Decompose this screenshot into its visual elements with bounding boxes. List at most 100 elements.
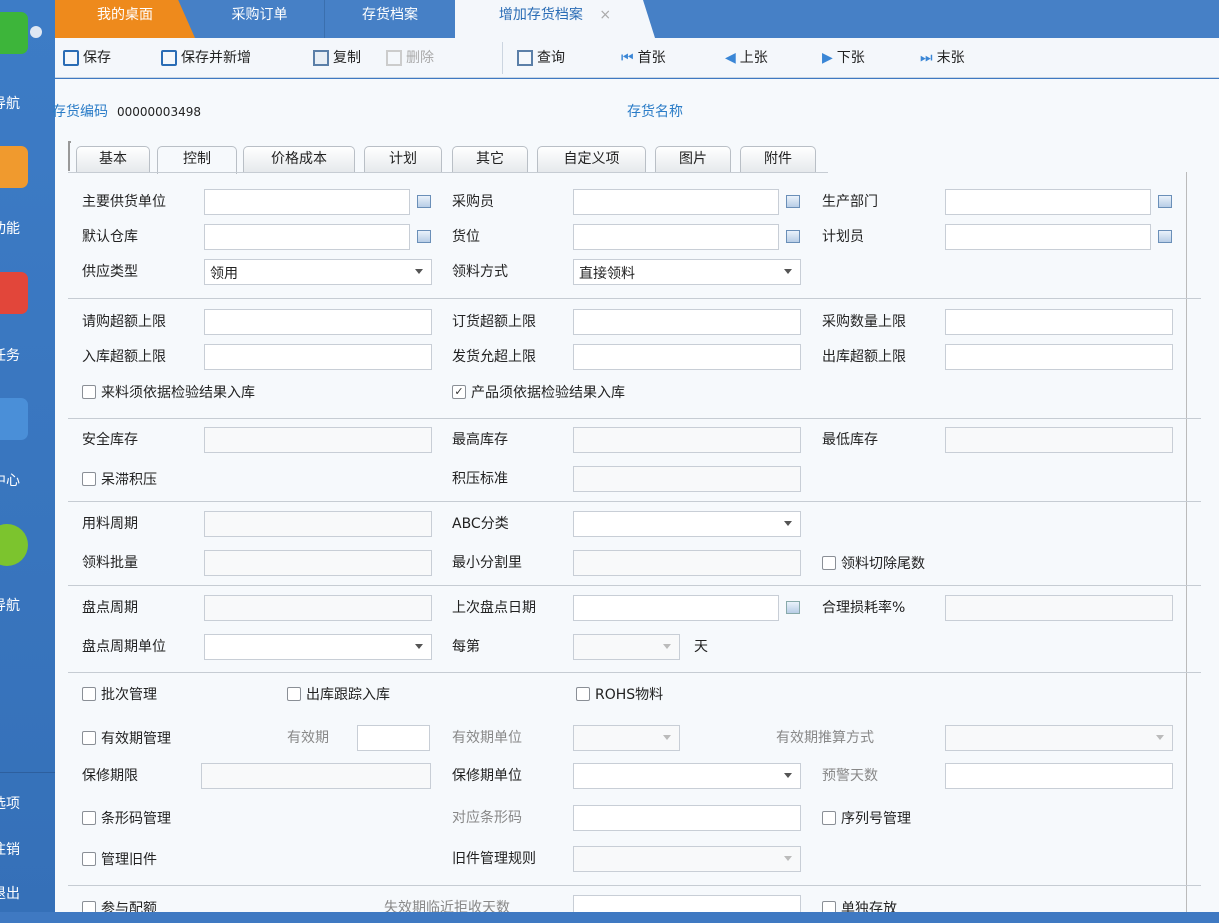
reference-lookup-icon[interactable] — [417, 195, 431, 208]
form-tab-custom[interactable]: 自定义项 — [537, 146, 646, 172]
barcode-map-input[interactable] — [573, 805, 801, 831]
task-icon[interactable] — [0, 272, 28, 314]
prev-button[interactable]: ◀ 上张 — [725, 48, 768, 68]
dropdown-arrow-icon[interactable] — [415, 269, 423, 274]
checkbox-icon[interactable] — [287, 687, 301, 701]
dropdown-arrow-icon[interactable] — [663, 735, 671, 740]
last-count-date-input[interactable] — [573, 595, 800, 621]
next-button[interactable]: ▶ 下张 — [822, 48, 865, 68]
checkbox-icon[interactable] — [822, 811, 836, 825]
sidebar-item-nav[interactable]: 导航 — [0, 93, 20, 113]
checkbox-icon[interactable] — [82, 852, 96, 866]
checkbox-icon[interactable]: ✓ — [452, 385, 466, 399]
form-tab-plan[interactable]: 计划 — [364, 146, 442, 172]
min-split-input[interactable] — [573, 550, 801, 576]
navigation-icon[interactable] — [0, 12, 28, 54]
sidebar-options[interactable]: 选项 — [0, 793, 20, 813]
first-button[interactable]: ⏮ 首张 — [621, 48, 666, 68]
sidebar-item-task[interactable]: 任务 — [0, 345, 20, 365]
dropdown-arrow-icon[interactable] — [784, 856, 792, 861]
ship-over-input[interactable] — [573, 344, 801, 370]
nav2-icon[interactable] — [0, 524, 28, 566]
checkbox-icon[interactable] — [576, 687, 590, 701]
expiry-unit-select[interactable] — [573, 725, 680, 751]
checkbox-icon[interactable] — [82, 472, 96, 486]
form-tab-other[interactable]: 其它 — [452, 146, 528, 172]
form-tab-image[interactable]: 图片 — [655, 146, 731, 172]
sidebar-item-nav2[interactable]: 导航 — [0, 595, 20, 615]
supply-type-select[interactable]: 领用 — [204, 259, 432, 285]
safety-stock-input[interactable] — [204, 427, 432, 453]
out-over-input[interactable] — [945, 344, 1173, 370]
in-over-input[interactable] — [204, 344, 432, 370]
min-stock-input[interactable] — [945, 427, 1173, 453]
location-input[interactable] — [573, 224, 800, 250]
purchase-qty-limit-input[interactable] — [945, 309, 1173, 335]
dropdown-arrow-icon[interactable] — [663, 644, 671, 649]
old-parts-checkbox[interactable]: 管理旧件 — [82, 849, 157, 869]
every-select[interactable] — [573, 634, 680, 660]
pick-method-select[interactable]: 直接领料 — [573, 259, 801, 285]
chevron-down-icon[interactable] — [30, 26, 42, 38]
close-icon[interactable]: × — [599, 7, 611, 23]
reference-lookup-icon[interactable] — [417, 230, 431, 243]
save-button[interactable]: 保存 — [63, 48, 111, 68]
form-tab-attachment[interactable]: 附件 — [740, 146, 816, 172]
reference-lookup-icon[interactable] — [786, 230, 800, 243]
dropdown-arrow-icon[interactable] — [784, 521, 792, 526]
sidebar-item-center[interactable]: 中心 — [0, 470, 20, 490]
expiry-input[interactable] — [357, 725, 430, 751]
form-tab-price-cost[interactable]: 价格成本 — [243, 146, 355, 172]
rohs-checkbox[interactable]: ROHS物料 — [576, 684, 663, 704]
default-wh-input[interactable] — [204, 224, 431, 250]
order-over-input[interactable] — [573, 309, 801, 335]
checkbox-icon[interactable] — [82, 687, 96, 701]
pick-cut-checkbox[interactable]: 领料切除尾数 — [822, 553, 925, 573]
form-tab-basic[interactable]: 基本 — [76, 146, 150, 172]
function-icon[interactable] — [0, 146, 28, 188]
tab-my-desktop[interactable]: 我的桌面 — [55, 0, 195, 38]
count-unit-select[interactable] — [204, 634, 432, 660]
copy-button[interactable]: 复制 — [313, 48, 361, 68]
warranty-unit-select[interactable] — [573, 763, 801, 789]
stagnant-checkbox[interactable]: 呆滞积压 — [82, 469, 157, 489]
reference-lookup-icon[interactable] — [1158, 195, 1172, 208]
planner-input[interactable] — [945, 224, 1172, 250]
query-button[interactable]: 查询 — [517, 48, 565, 68]
form-tab-control[interactable]: 控制 — [157, 146, 237, 174]
save-new-button[interactable]: 保存并新增 — [161, 48, 251, 68]
pick-batch-input[interactable] — [204, 550, 432, 576]
center-icon[interactable] — [0, 398, 28, 440]
prod-dept-input[interactable] — [945, 189, 1172, 215]
sidebar-exit[interactable]: 退出 — [0, 883, 20, 903]
sidebar-logout[interactable]: 注销 — [0, 839, 20, 859]
expiry-calc-select[interactable] — [945, 725, 1173, 751]
count-period-input[interactable] — [204, 595, 432, 621]
buyer-input[interactable] — [573, 189, 800, 215]
usage-period-input[interactable] — [204, 511, 432, 537]
max-stock-input[interactable] — [573, 427, 801, 453]
serial-checkbox[interactable]: 序列号管理 — [822, 808, 911, 828]
checkbox-icon[interactable] — [82, 385, 96, 399]
checkbox-icon[interactable] — [82, 731, 96, 745]
abc-select[interactable] — [573, 511, 801, 537]
tab-inventory-archive[interactable]: 存货档案 — [325, 0, 455, 38]
tab-add-inventory[interactable]: 增加存货档案 × — [455, 0, 655, 38]
checkbox-icon[interactable] — [822, 556, 836, 570]
tab-purchase-order[interactable]: 采购订单 — [195, 0, 325, 38]
dropdown-arrow-icon[interactable] — [1156, 735, 1164, 740]
dropdown-arrow-icon[interactable] — [784, 269, 792, 274]
reference-lookup-icon[interactable] — [786, 195, 800, 208]
product-inspect-checkbox[interactable]: ✓ 产品须依据检验结果入库 — [452, 382, 625, 402]
batch-checkbox[interactable]: 批次管理 — [82, 684, 157, 704]
warranty-input[interactable] — [201, 763, 431, 789]
stagnant-std-input[interactable] — [573, 466, 801, 492]
main-supplier-input[interactable] — [204, 189, 431, 215]
checkbox-icon[interactable] — [82, 811, 96, 825]
out-track-checkbox[interactable]: 出库跟踪入库 — [287, 684, 390, 704]
loss-rate-input[interactable] — [945, 595, 1173, 621]
sidebar-item-function[interactable]: 功能 — [0, 218, 20, 238]
dropdown-arrow-icon[interactable] — [415, 644, 423, 649]
expiry-mgmt-checkbox[interactable]: 有效期管理 — [82, 728, 171, 748]
last-button[interactable]: ⏭ 末张 — [920, 48, 965, 68]
